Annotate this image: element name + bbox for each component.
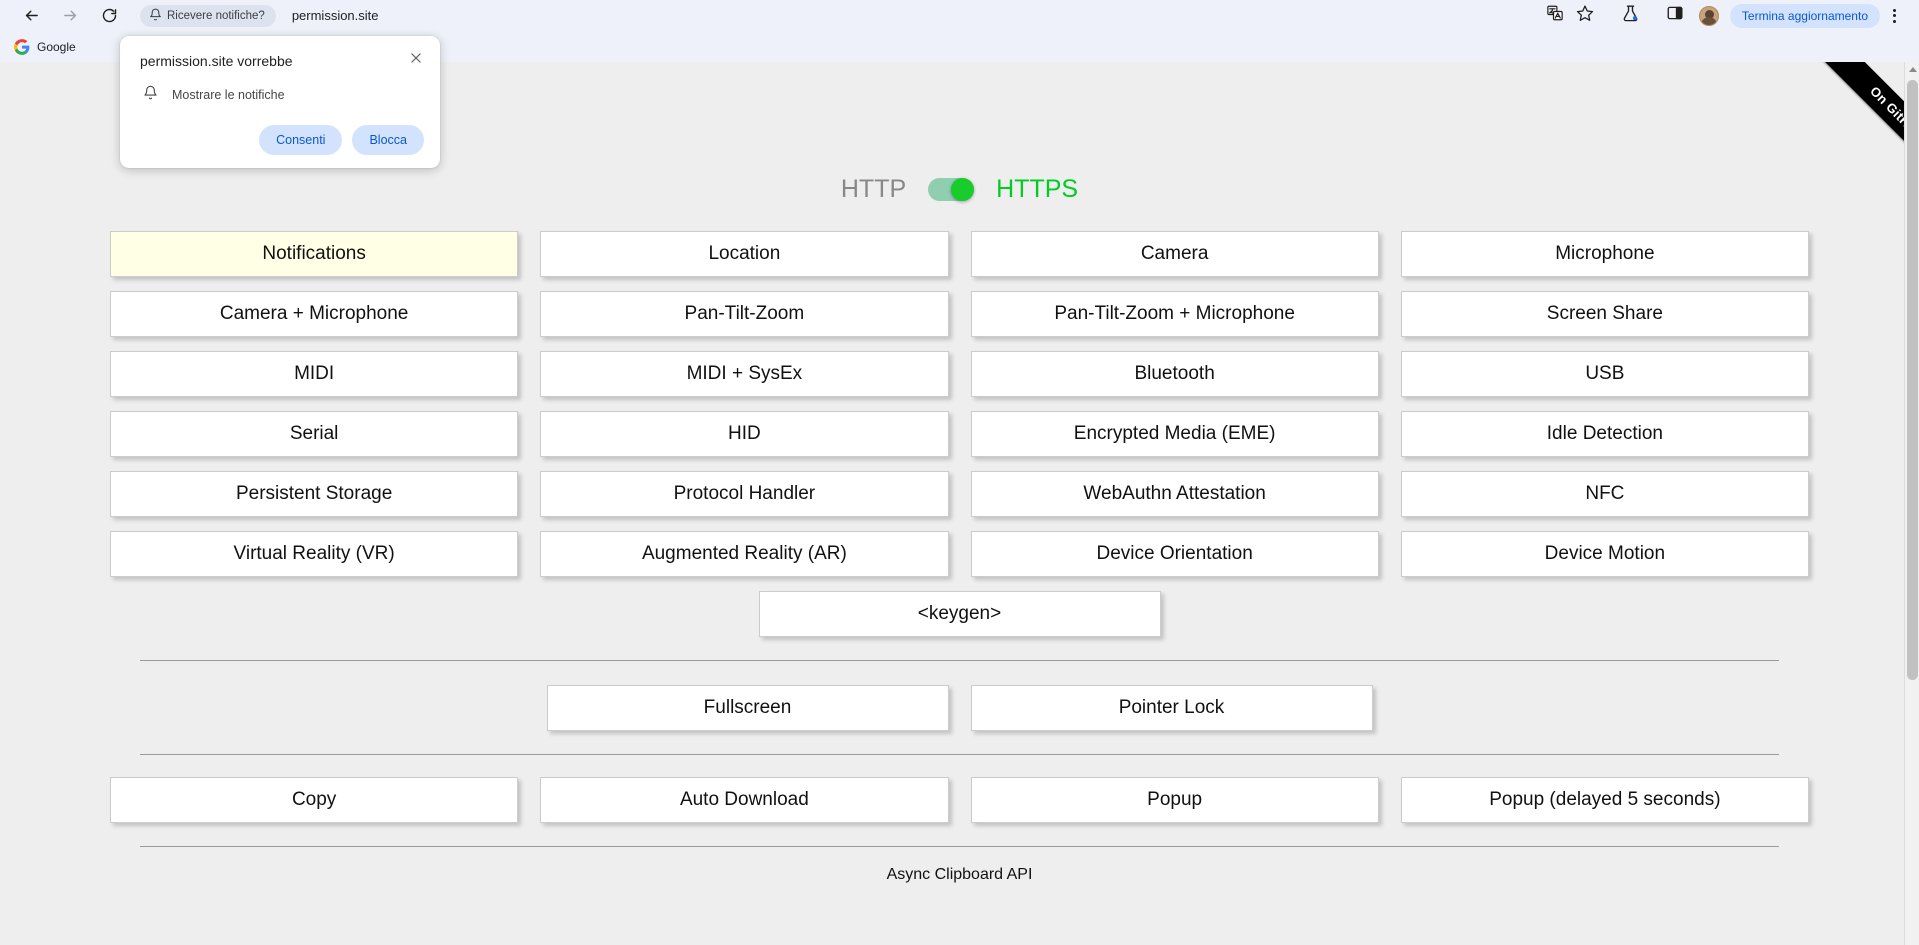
- permission-button[interactable]: WebAuthn Attestation: [970, 471, 1379, 517]
- permission-button[interactable]: Camera: [970, 231, 1379, 277]
- menu-dot: [1892, 14, 1896, 17]
- menu-dot: [1892, 19, 1896, 23]
- google-logo-icon: [14, 38, 30, 55]
- bookmark-button[interactable]: [1570, 2, 1600, 30]
- labs-flask-icon: [1621, 4, 1640, 28]
- permission-button[interactable]: NFC: [1400, 471, 1809, 517]
- scrollbar-thumb[interactable]: [1907, 80, 1918, 680]
- permission-dialog-header: permission.site vorrebbe: [140, 50, 424, 71]
- permission-button[interactable]: HID: [540, 411, 949, 457]
- divider-3: [140, 846, 1779, 847]
- toggle-knob: [951, 178, 975, 201]
- page-scrollbar[interactable]: [1904, 62, 1919, 945]
- allow-button[interactable]: Consenti: [259, 125, 343, 155]
- browser-toolbar: Ricevere notifiche? permission.site Term…: [0, 0, 1919, 31]
- bell-icon: [149, 8, 162, 24]
- permission-button[interactable]: Persistent Storage: [110, 471, 519, 517]
- reload-icon: [101, 7, 118, 24]
- display-buttons-row: Fullscreen Pointer Lock: [110, 685, 1809, 731]
- permission-button[interactable]: Pan-Tilt-Zoom: [540, 291, 949, 337]
- permission-button[interactable]: Screen Share: [1400, 291, 1809, 337]
- content-wrap: Notifications Location Camera Microphone Cam…: [0, 231, 1919, 884]
- permission-button[interactable]: Location: [540, 231, 949, 277]
- back-button[interactable]: [16, 2, 46, 30]
- permission-button[interactable]: Protocol Handler: [540, 471, 949, 517]
- permission-button[interactable]: Augmented Reality (AR): [540, 531, 949, 577]
- permission-dialog: permission.site vorrebbe Mostrare le not…: [120, 36, 440, 168]
- permission-request-chip[interactable]: Ricevere notifiche?: [140, 4, 276, 27]
- page-content: On GitHub HTTP HTTPS Notifications Locati…: [0, 62, 1919, 945]
- permission-button[interactable]: Fullscreen: [546, 685, 949, 731]
- permission-button[interactable]: Auto Download: [540, 777, 949, 823]
- permission-button[interactable]: Microphone: [1400, 231, 1809, 277]
- close-button[interactable]: [405, 49, 427, 71]
- permission-item-notifications: Mostrare le notifiche: [140, 85, 424, 105]
- permission-buttons-grid: Notifications Location Camera Microphone Cam…: [110, 231, 1809, 577]
- permission-button[interactable]: Popup (delayed 5 seconds): [1400, 777, 1809, 823]
- permission-dialog-actions: Consenti Blocca: [140, 125, 424, 155]
- divider-2: [140, 754, 1779, 755]
- https-label[interactable]: HTTPS: [996, 175, 1078, 204]
- async-clipboard-heading: Async Clipboard API: [886, 866, 1033, 883]
- block-button[interactable]: Blocca: [352, 125, 424, 155]
- side-panel-icon: [1666, 4, 1684, 27]
- bookmark-star-icon: [1576, 4, 1594, 27]
- labs-button[interactable]: [1616, 2, 1646, 30]
- translate-icon: [1546, 4, 1564, 27]
- permission-button[interactable]: MIDI: [110, 351, 519, 397]
- side-panel-button[interactable]: [1660, 2, 1690, 30]
- bookmark-google[interactable]: Google: [10, 36, 84, 58]
- permission-button[interactable]: Popup: [970, 777, 1379, 823]
- permission-button[interactable]: MIDI + SysEx: [540, 351, 949, 397]
- forward-button[interactable]: [55, 2, 85, 30]
- permission-item-label: Mostrare le notifiche: [172, 88, 285, 102]
- finish-update-button[interactable]: Termina aggiornamento: [1729, 3, 1880, 28]
- permission-button[interactable]: Idle Detection: [1400, 411, 1809, 457]
- toolbar-right-icons: Termina aggiornamento: [1540, 2, 1911, 30]
- permission-button[interactable]: Copy: [110, 777, 519, 823]
- http-label[interactable]: HTTP: [841, 175, 906, 204]
- back-arrow-icon: [23, 7, 40, 24]
- permission-button[interactable]: Device Motion: [1400, 531, 1809, 577]
- protocol-toggle[interactable]: [928, 178, 975, 201]
- close-icon: [409, 51, 423, 70]
- permission-button[interactable]: Serial: [110, 411, 519, 457]
- permission-button[interactable]: Camera + Microphone: [110, 291, 519, 337]
- scrollbar-up-arrow[interactable]: [1905, 62, 1919, 77]
- divider-1: [140, 660, 1779, 661]
- address-bar-url: permission.site: [291, 8, 379, 23]
- permission-button[interactable]: Encrypted Media (EME): [970, 411, 1379, 457]
- browser-chrome: Ricevere notifiche? permission.site Term…: [0, 0, 1919, 168]
- permission-button[interactable]: Notifications: [110, 231, 519, 277]
- permission-button[interactable]: Pan-Tilt-Zoom + Microphone: [970, 291, 1379, 337]
- menu-dot: [1892, 8, 1896, 12]
- bookmark-label: Google: [37, 39, 76, 54]
- avatar: [1698, 5, 1719, 26]
- permission-chip-label: Ricevere notifiche?: [167, 9, 265, 22]
- reload-button[interactable]: [94, 2, 124, 30]
- permission-button[interactable]: USB: [1400, 351, 1809, 397]
- chevron-up-icon: [1908, 67, 1917, 72]
- permission-button[interactable]: Pointer Lock: [970, 685, 1373, 731]
- chrome-menu-button[interactable]: [1881, 2, 1907, 30]
- address-bar[interactable]: Ricevere notifiche? permission.site: [140, 2, 1532, 29]
- keygen-row: <keygen>: [110, 591, 1809, 637]
- profile-button[interactable]: [1694, 2, 1724, 30]
- permission-button[interactable]: Virtual Reality (VR): [110, 531, 519, 577]
- permission-button[interactable]: Bluetooth: [970, 351, 1379, 397]
- keygen-button[interactable]: <keygen>: [758, 591, 1161, 637]
- permission-dialog-title: permission.site vorrebbe: [140, 53, 293, 69]
- misc-buttons-grid: Copy Auto Download Popup Popup (delayed 5 s…: [110, 777, 1809, 823]
- translate-button[interactable]: [1540, 2, 1570, 30]
- bell-icon: [143, 85, 158, 105]
- forward-arrow-icon: [62, 7, 79, 24]
- permission-button[interactable]: Device Orientation: [970, 531, 1379, 577]
